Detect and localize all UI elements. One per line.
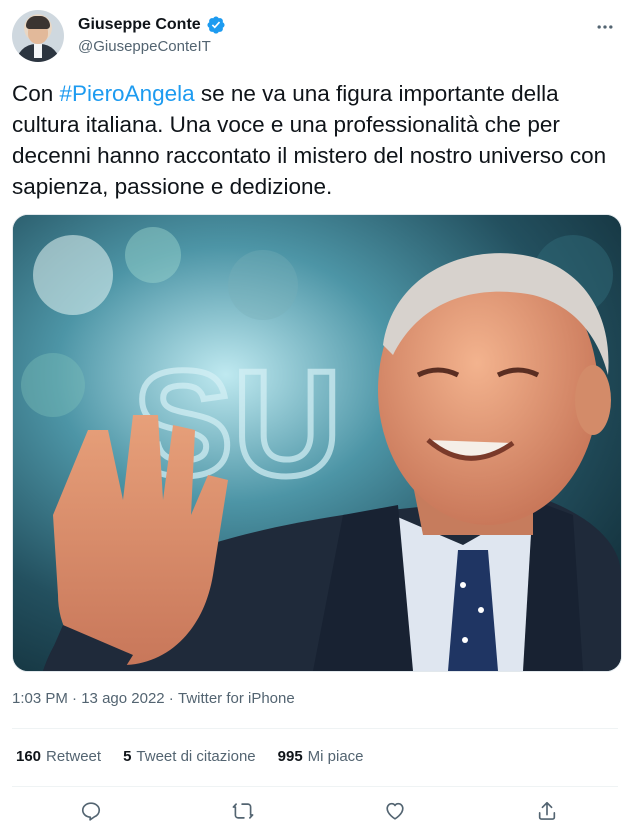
tweet-metadata: 1:03 PM · 13 ago 2022 · Twitter for iPho…: [12, 690, 295, 707]
retweet-count: 160: [16, 748, 42, 765]
tweet-text-start: Con: [12, 81, 60, 106]
author-handle[interactable]: @GiuseppeConteIT: [78, 38, 211, 55]
tweet-time[interactable]: 1:03 PM: [12, 690, 68, 707]
author-name-row[interactable]: Giuseppe Conte: [78, 14, 226, 36]
engagement-stats: 160 Retweet 5 Tweet di citazione 995 Mi …: [16, 748, 364, 765]
quote-count-link[interactable]: 5 Tweet di citazione: [123, 748, 256, 765]
tweet-photo[interactable]: SU: [12, 214, 622, 672]
tweet-header: Giuseppe Conte @GiuseppeConteIT: [12, 10, 618, 64]
divider-top: [12, 728, 618, 729]
meta-separator-2: ·: [164, 690, 178, 707]
avatar[interactable]: [12, 10, 64, 62]
verified-badge-icon: [206, 15, 226, 35]
like-count: 995: [277, 748, 303, 765]
tweet-date[interactable]: 13 ago 2022: [81, 690, 164, 707]
action-bar: [0, 796, 630, 828]
meta-separator-1: ·: [67, 690, 82, 707]
more-options-icon[interactable]: [594, 16, 616, 38]
hashtag-link[interactable]: #PieroAngela: [60, 81, 195, 106]
quote-count: 5: [123, 748, 132, 765]
tweet-source[interactable]: Twitter for iPhone: [178, 690, 295, 707]
share-icon[interactable]: [532, 796, 562, 826]
retweet-count-link[interactable]: 160 Retweet: [16, 748, 101, 765]
like-icon[interactable]: [380, 796, 410, 826]
retweet-label: Retweet: [46, 748, 102, 765]
tweet-text: Con #PieroAngela se ne va una figura imp…: [12, 78, 624, 202]
quote-label: Tweet di citazione: [136, 748, 256, 765]
background-sign-letters: SU: [133, 339, 341, 507]
retweet-icon[interactable]: [228, 796, 258, 826]
like-label: Mi piace: [307, 748, 364, 765]
author-display-name[interactable]: Giuseppe Conte: [78, 16, 201, 34]
reply-icon[interactable]: [76, 796, 106, 826]
like-count-link[interactable]: 995 Mi piace: [278, 748, 364, 765]
divider-bottom: [12, 786, 618, 787]
